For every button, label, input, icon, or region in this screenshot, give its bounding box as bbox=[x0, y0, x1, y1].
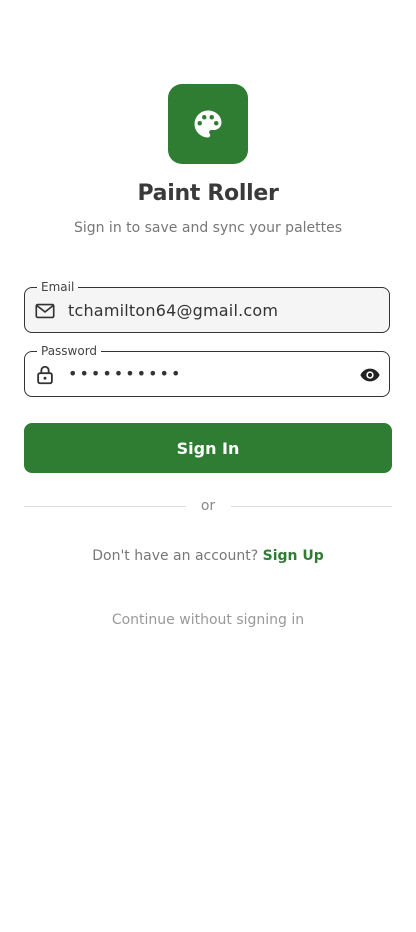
password-field[interactable]: Password •••••••••• bbox=[24, 343, 390, 397]
continue-without-signing-in-link[interactable]: Continue without signing in bbox=[0, 612, 416, 628]
lock-icon bbox=[37, 365, 53, 385]
app-logo bbox=[168, 84, 248, 164]
signup-prompt: Don't have an account? bbox=[92, 548, 259, 564]
signup-row: Don't have an account? Sign Up bbox=[0, 548, 416, 564]
email-field[interactable]: Email tchamilton64@gmail.com bbox=[24, 279, 390, 333]
palette-icon bbox=[194, 110, 222, 138]
password-label: Password bbox=[37, 343, 102, 359]
mail-icon bbox=[35, 303, 55, 319]
app-title: Paint Roller bbox=[137, 181, 279, 206]
sign-up-link[interactable]: Sign Up bbox=[263, 548, 324, 564]
divider-right bbox=[231, 506, 392, 507]
email-value[interactable]: tchamilton64@gmail.com bbox=[68, 301, 278, 320]
app-subtitle: Sign in to save and sync your palettes bbox=[73, 220, 343, 236]
sign-in-button[interactable]: Sign In bbox=[24, 423, 392, 473]
eye-icon[interactable] bbox=[358, 364, 382, 386]
password-value[interactable]: •••••••••• bbox=[68, 364, 182, 383]
email-label: Email bbox=[37, 279, 79, 295]
